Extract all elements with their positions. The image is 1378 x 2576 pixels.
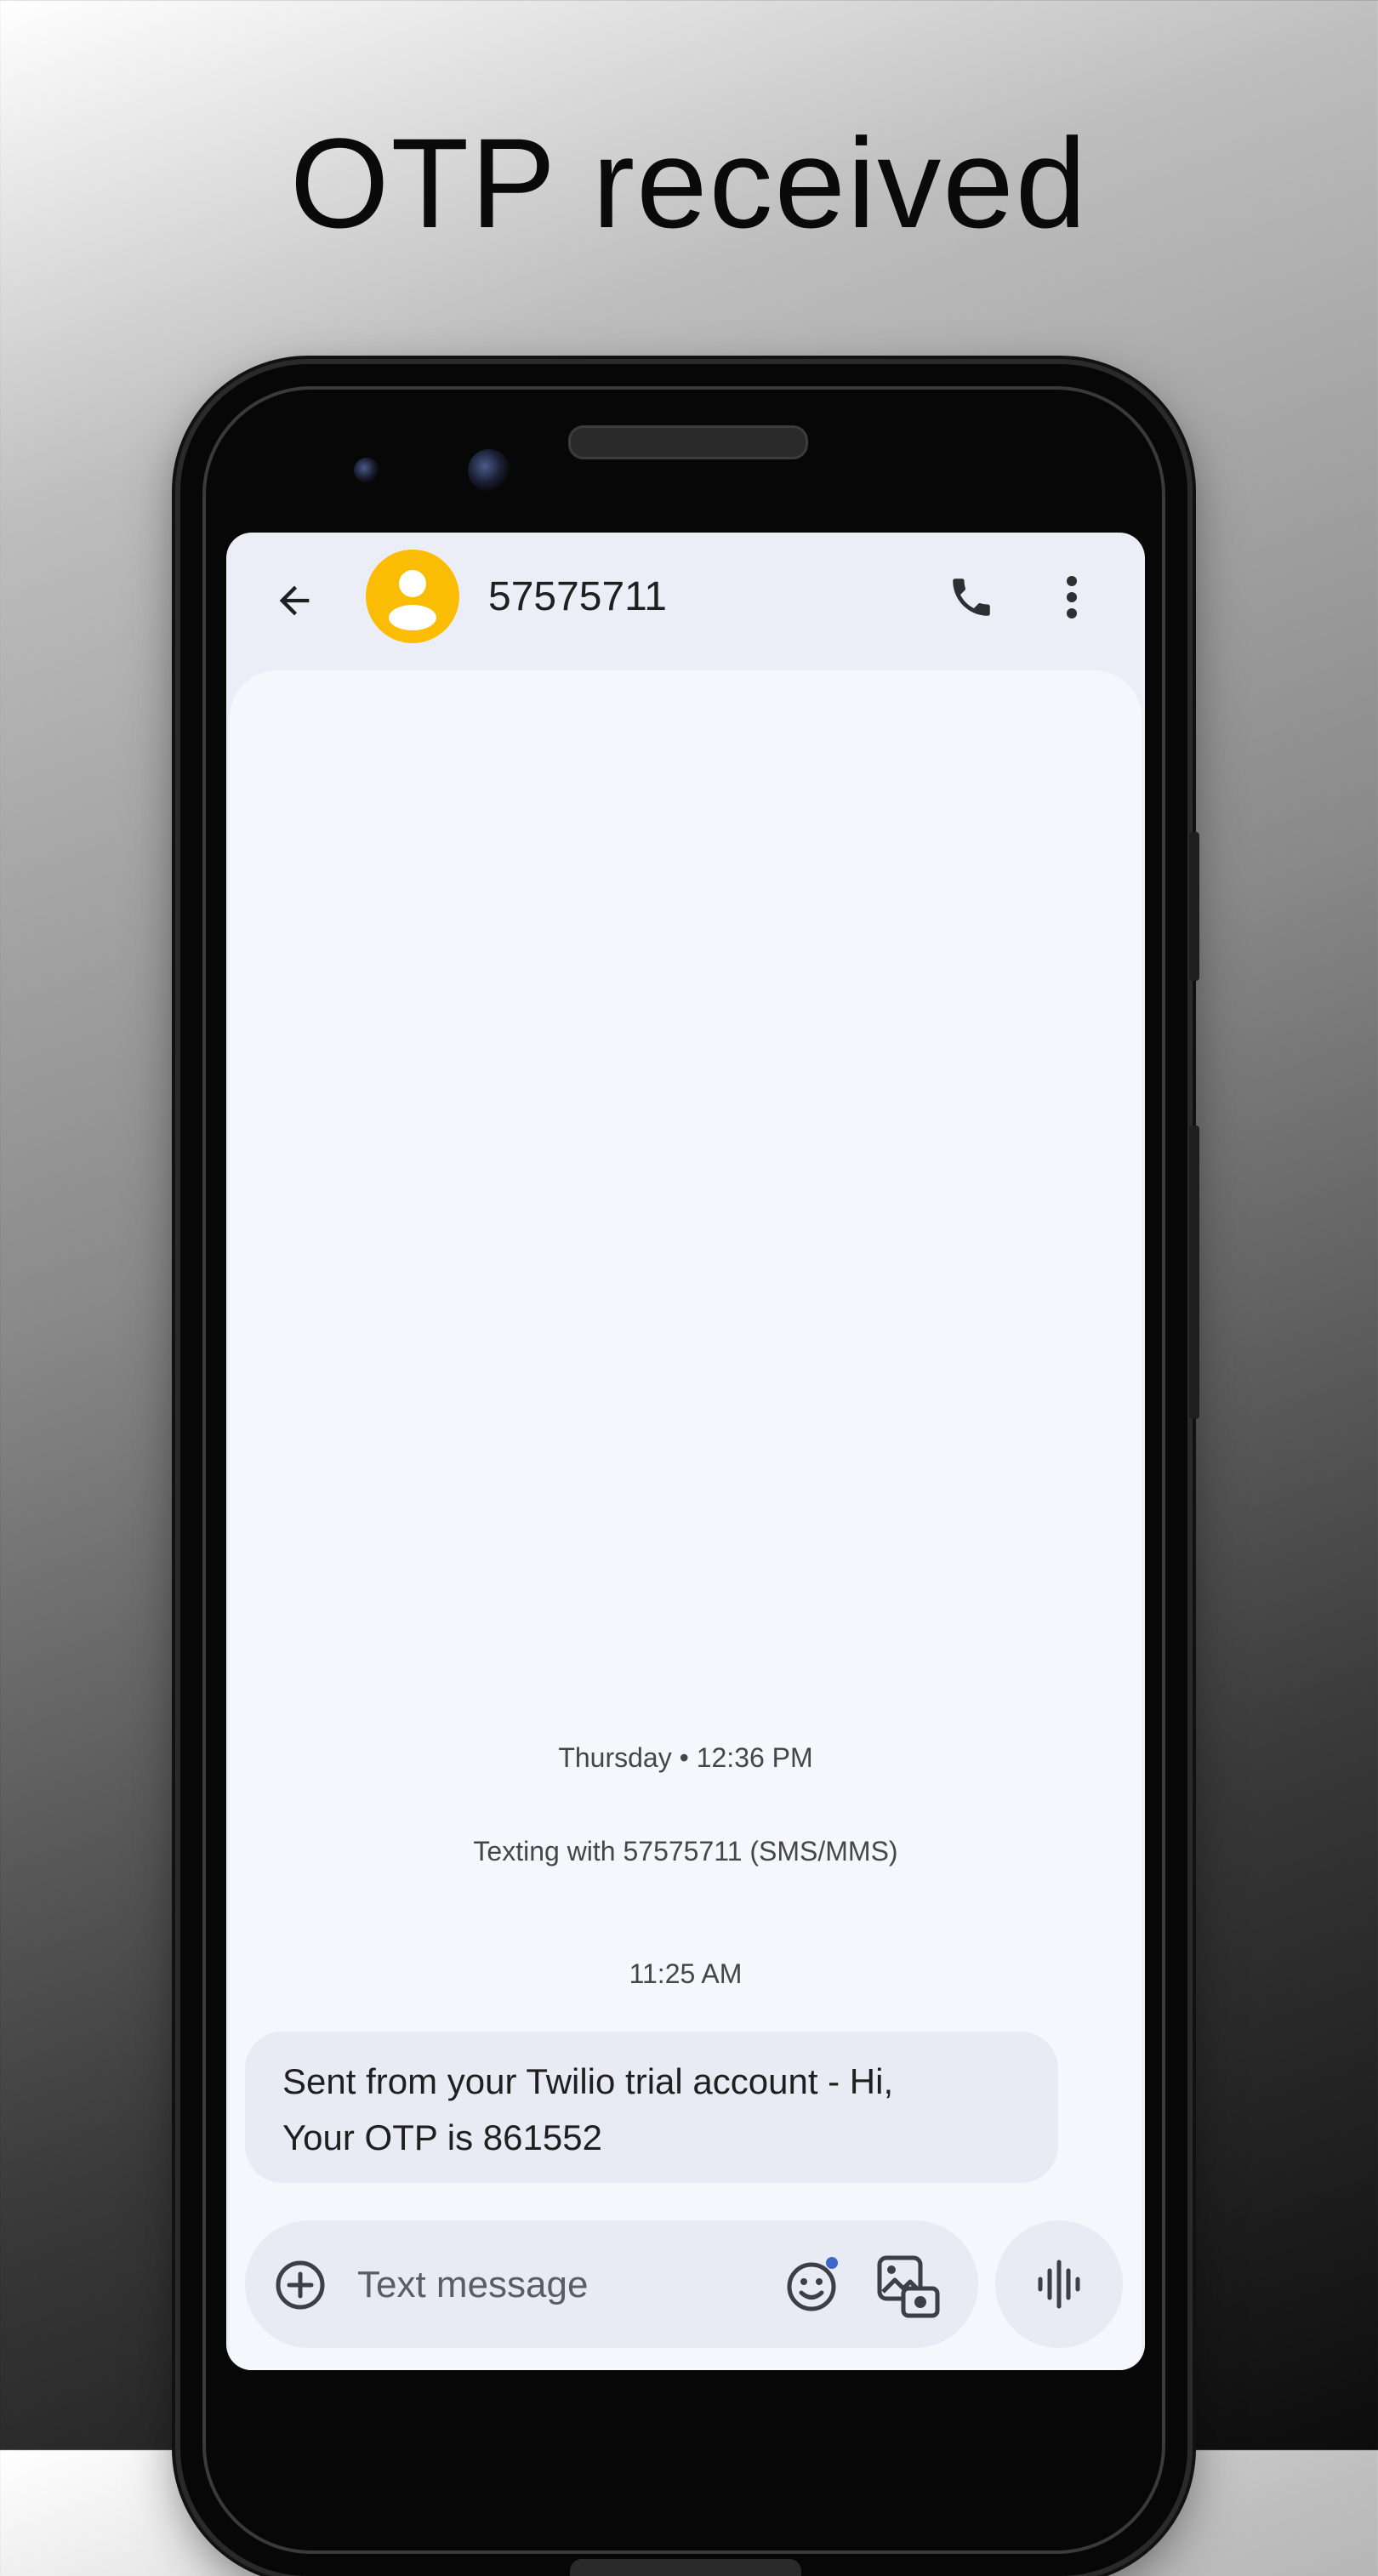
more-vert-icon: [1067, 576, 1077, 618]
earpiece-speaker: [568, 425, 808, 459]
phone-icon: [953, 578, 990, 616]
front-camera: [468, 449, 510, 492]
gallery-button[interactable]: [874, 2253, 942, 2321]
avatar[interactable]: [366, 550, 459, 643]
volume-button: [1189, 1126, 1199, 1419]
bottom-speaker: [570, 2559, 801, 2576]
text-message-input[interactable]: [357, 2258, 732, 2312]
gallery-icon: [877, 2255, 940, 2318]
front-sensor: [354, 458, 379, 483]
emoji-icon: [787, 2257, 838, 2311]
message-timestamp: 11:25 AM: [629, 1958, 743, 1989]
call-button[interactable]: [937, 563, 1005, 631]
arrow-back-icon: [279, 585, 310, 616]
emoji-button[interactable]: [783, 2253, 846, 2316]
voice-message-button[interactable]: [995, 2220, 1123, 2348]
more-options-button[interactable]: [1046, 563, 1097, 631]
incoming-message-bubble[interactable]: Sent from your Twilio trial account - Hi…: [245, 2032, 1058, 2183]
power-button: [1189, 832, 1199, 981]
date-divider: Thursday • 12:36 PM: [558, 1742, 813, 1773]
page-headline: OTP received: [289, 111, 1089, 254]
back-button[interactable]: [260, 567, 328, 635]
message-line: Sent from your Twilio trial account - Hi…: [282, 2061, 894, 2101]
conversation-header: 57575711: [226, 533, 1145, 669]
texting-info: Texting with 57575711 (SMS/MMS): [473, 1836, 898, 1866]
message-line: Your OTP is 861552: [282, 2117, 602, 2157]
add-attachment-button[interactable]: [274, 2259, 327, 2311]
add-circle-icon: [276, 2260, 325, 2310]
person-icon: [389, 570, 436, 630]
messages-screen: 57575711 Thursday • 12:36 PM Texting wit…: [226, 533, 1145, 2370]
message-composer: [245, 2220, 978, 2348]
voice-waveform-icon: [1038, 2260, 1080, 2309]
contact-name[interactable]: 57575711: [488, 572, 667, 623]
